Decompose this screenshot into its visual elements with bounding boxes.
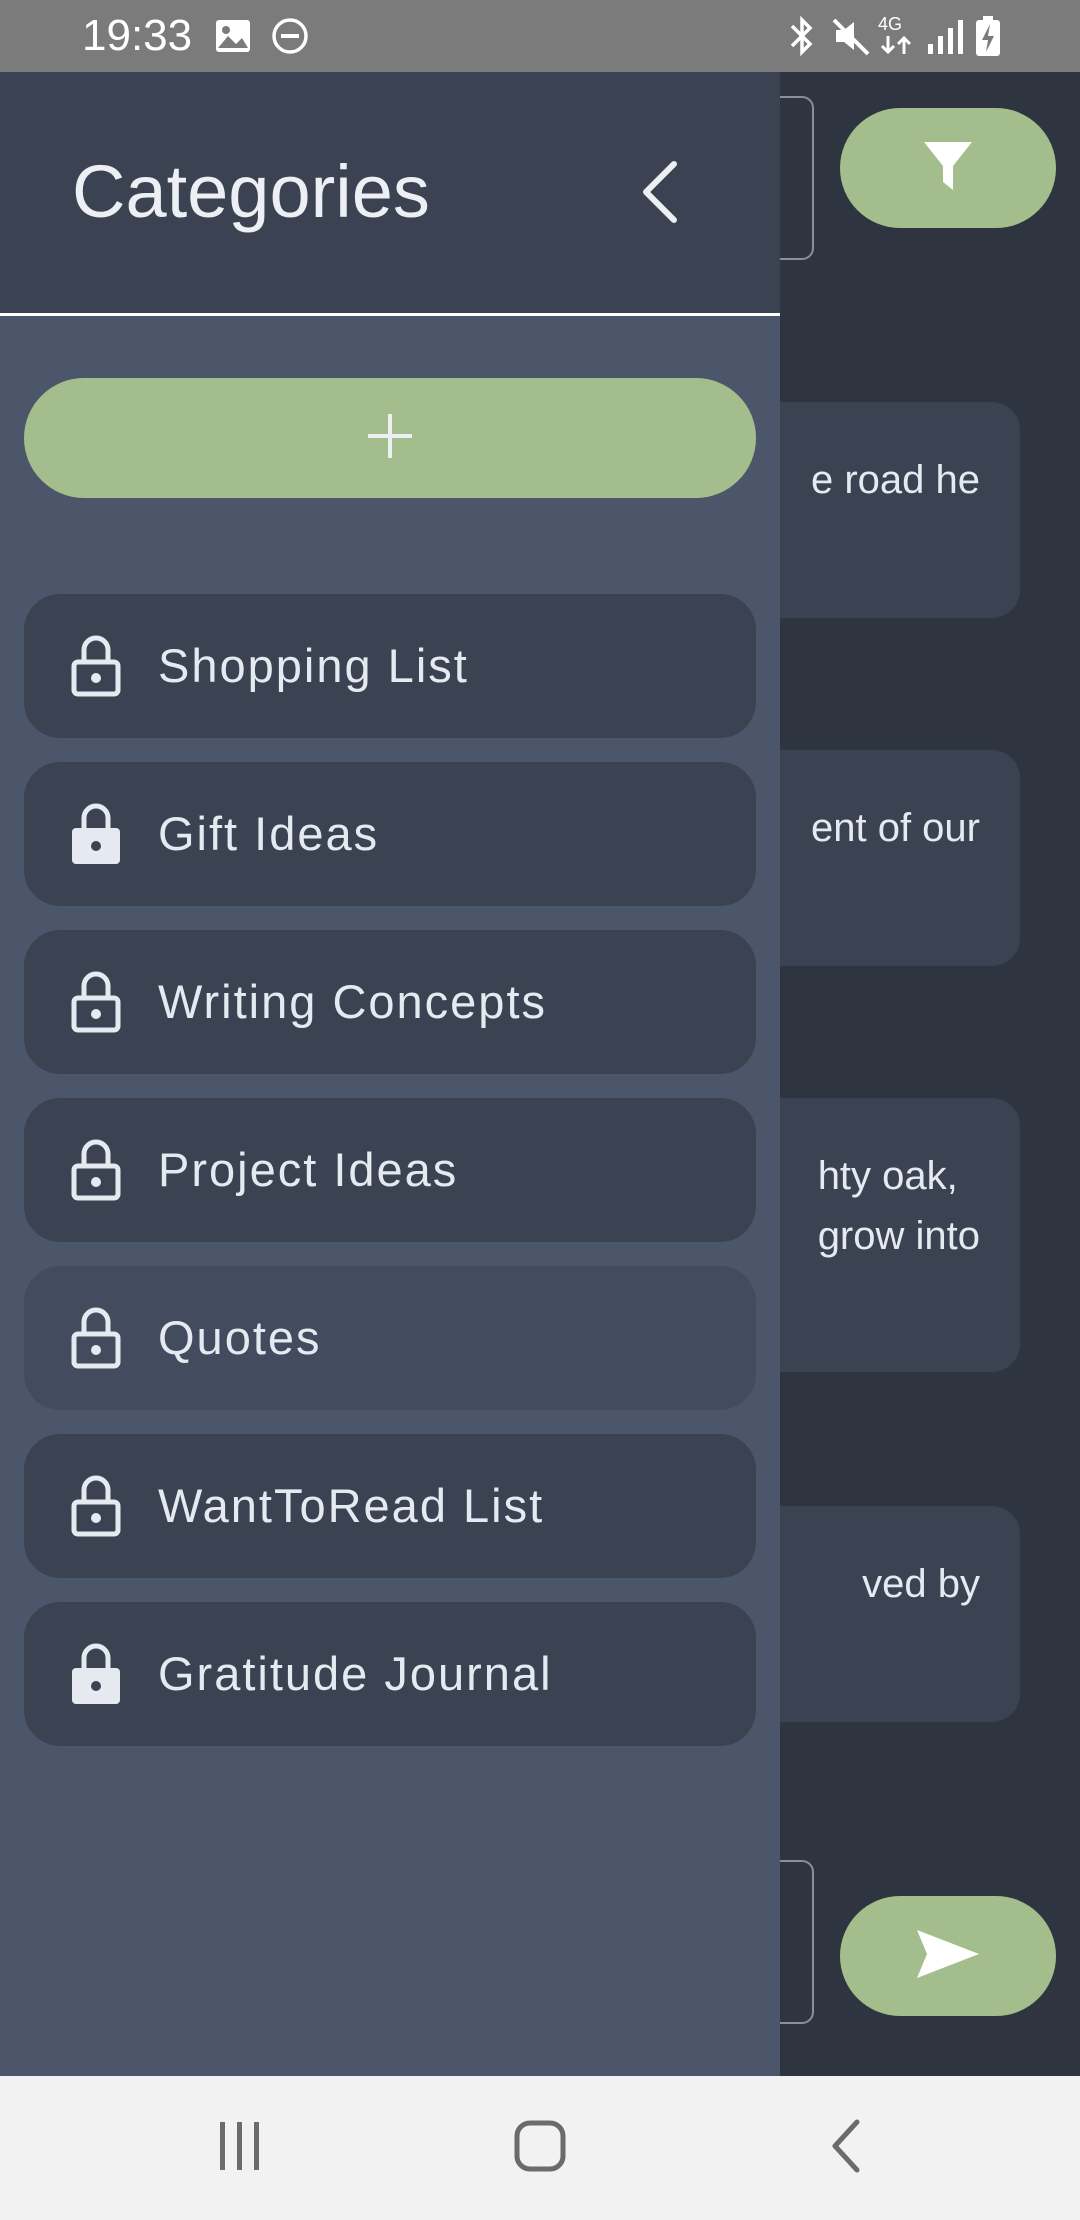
lock-open-icon[interactable] [70,1474,122,1538]
category-label: WantToRead List [158,1479,545,1532]
send-icon [915,1928,981,1985]
lock-open-icon[interactable] [70,634,122,698]
category-item[interactable]: Gratitude Journal [24,1602,756,1746]
filter-icon [922,138,974,199]
note-text: e road he [810,458,980,502]
navigation-bar [0,2076,1080,2220]
signal-icon [926,14,966,58]
back-button[interactable] [820,2116,872,2180]
category-item[interactable]: Project Ideas [24,1098,756,1242]
home-icon [514,2120,566,2177]
category-item[interactable]: Gift Ideas [24,762,756,906]
back-icon [829,2118,863,2179]
lock-open-icon[interactable] [70,970,122,1034]
home-button[interactable] [508,2116,572,2180]
filter-button[interactable] [840,108,1056,228]
category-label: Project Ideas [158,1143,459,1196]
status-bar: 19:33 4G [0,0,1080,72]
recent-apps-icon [216,2120,264,2177]
mute-icon [830,14,872,58]
note-text: ved by [862,1562,980,1606]
lock-icon[interactable] [70,1642,122,1706]
category-label: Quotes [158,1311,322,1364]
send-button[interactable] [840,1896,1056,2016]
note-text: ent of our [810,806,980,850]
chevron-left-icon [638,160,682,229]
close-drawer-button[interactable] [620,146,700,242]
category-item[interactable]: Shopping List [24,594,756,738]
status-time: 19:33 [82,11,193,60]
lock-open-icon[interactable] [70,1306,122,1370]
bluetooth-icon [784,14,820,58]
add-category-button[interactable] [24,378,756,498]
network-4g-icon: 4G [878,14,918,58]
category-item[interactable]: Quotes [24,1266,756,1410]
category-label: Gratitude Journal [158,1647,553,1700]
drawer-title: Categories [72,150,430,233]
category-list: Shopping List Gift Ideas Writing Concept… [24,594,756,1770]
note-text: hty oak, grow into [817,1154,980,1258]
category-item[interactable]: Writing Concepts [24,930,756,1074]
network-label: 4G [878,14,903,34]
category-item[interactable]: WantToRead List [24,1434,756,1578]
lock-open-icon[interactable] [70,1138,122,1202]
lock-icon[interactable] [70,802,122,866]
battery-charging-icon [974,14,1002,58]
dnd-icon [270,14,310,58]
image-icon [214,14,252,58]
categories-drawer: Categories Shopping List Gift Ideas Writ… [0,72,780,2076]
category-label: Shopping List [158,639,469,692]
recent-apps-button[interactable] [210,2116,270,2180]
drawer-header: Categories [0,72,780,316]
category-label: Writing Concepts [158,975,547,1028]
category-label: Gift Ideas [158,807,380,860]
plus-icon [366,412,414,465]
